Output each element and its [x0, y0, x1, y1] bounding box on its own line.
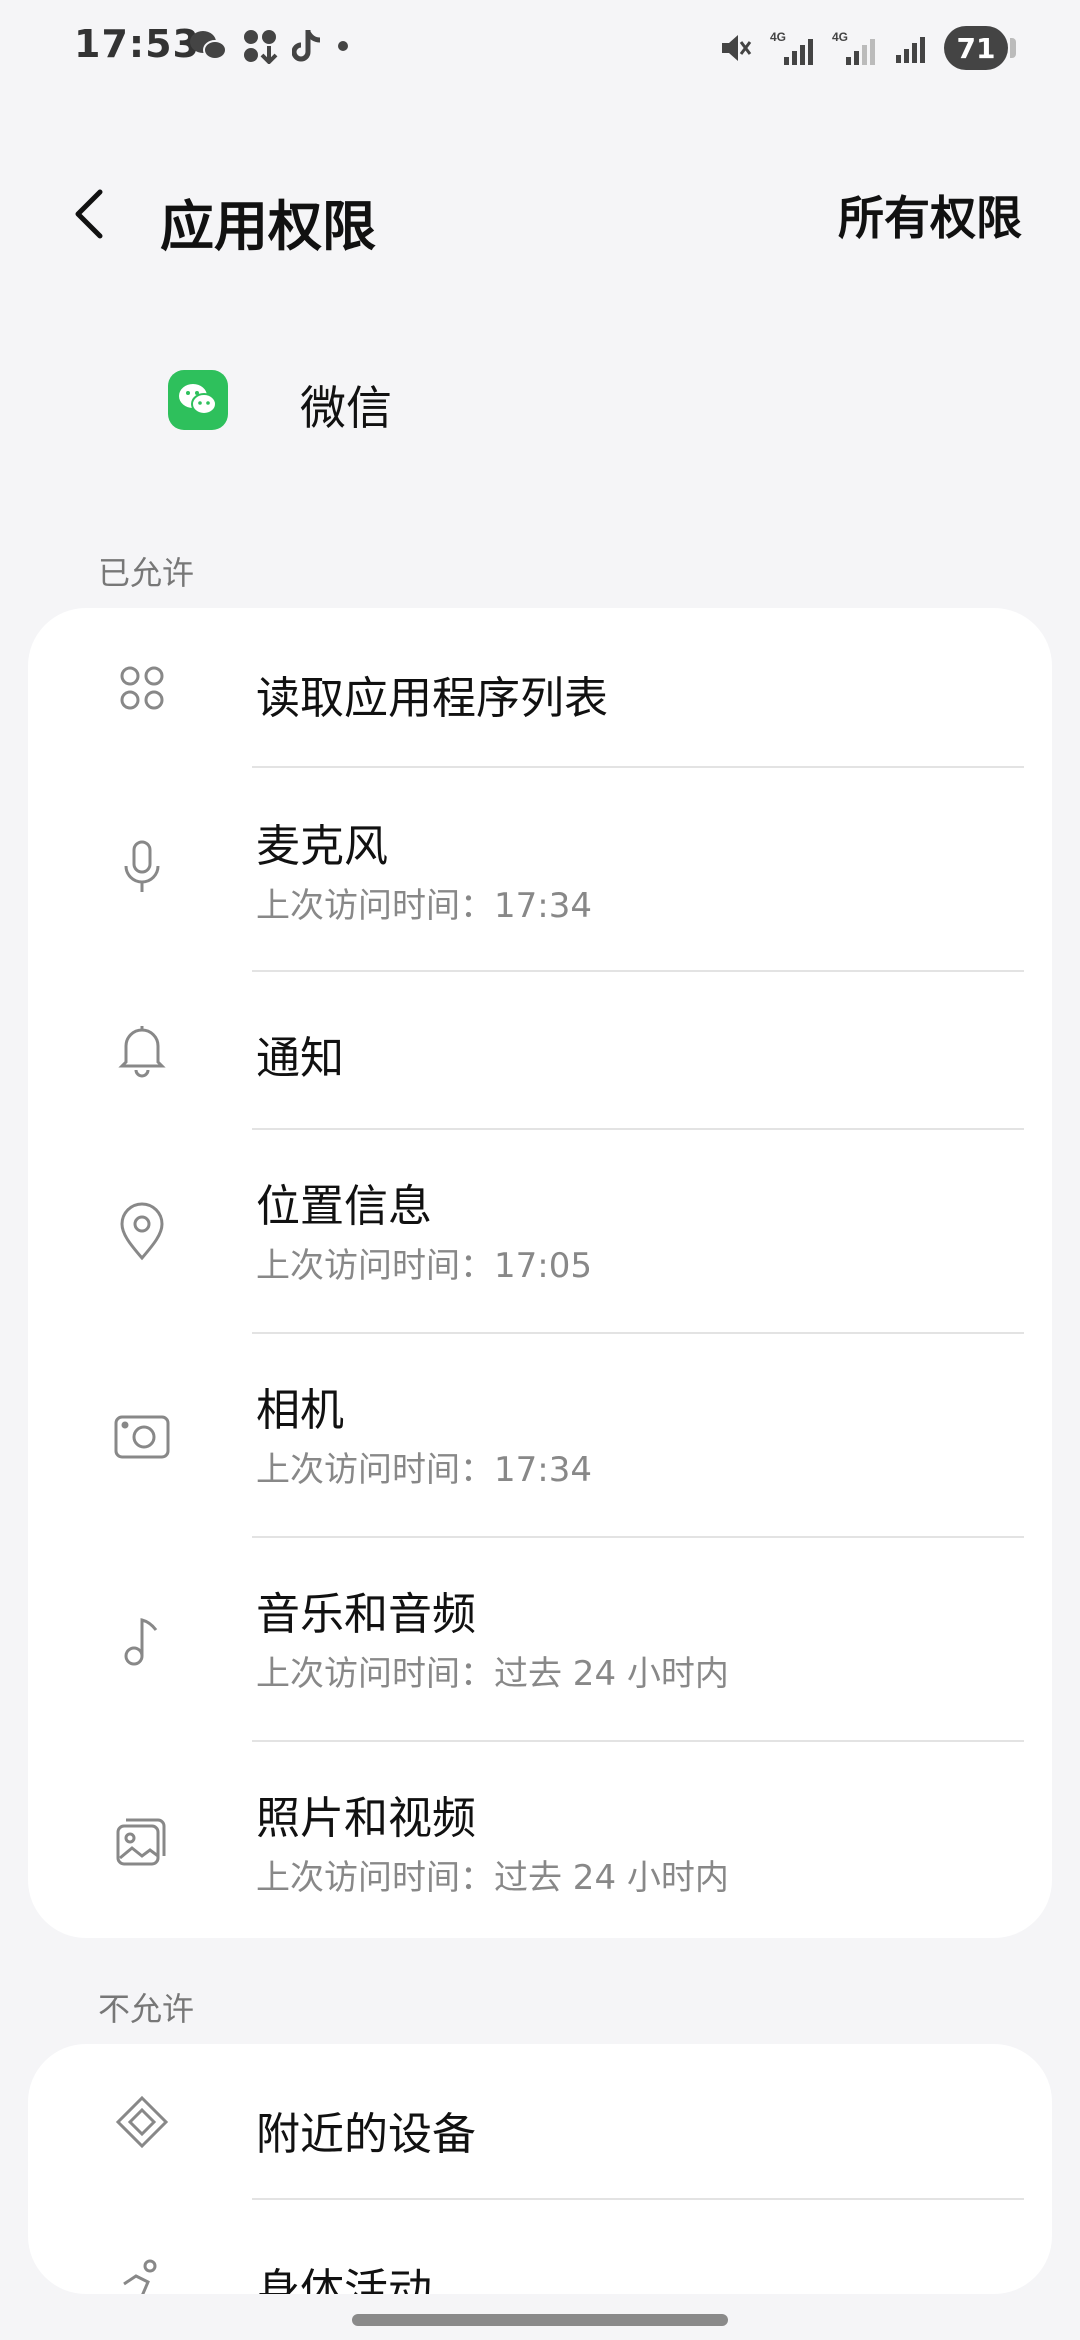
permission-item-camera[interactable]: 相机 上次访问时间：17:34	[28, 1334, 1052, 1538]
permission-item-app-list[interactable]: 读取应用程序列表	[28, 608, 1052, 768]
permission-title: 麦克风	[256, 821, 388, 872]
allowed-section-label: 已允许	[98, 554, 195, 592]
allowed-permissions-card: 读取应用程序列表 麦克风 上次访问时间：17:34 通知 位置信息 上次访问时间…	[28, 608, 1052, 1938]
denied-section-label: 不允许	[98, 1990, 195, 2028]
permission-title: 附近的设备	[256, 2109, 476, 2160]
permission-item-microphone[interactable]: 麦克风 上次访问时间：17:34	[28, 768, 1052, 972]
location-pin-icon	[112, 1202, 172, 1262]
back-button[interactable]	[60, 178, 120, 250]
status-time: 17:53	[74, 22, 200, 66]
notification-icons	[188, 28, 350, 64]
chevron-left-icon	[75, 189, 103, 239]
svg-text:4G: 4G	[770, 30, 786, 44]
permission-item-notifications[interactable]: 通知	[28, 972, 1052, 1130]
permission-item-photos-videos[interactable]: 照片和视频 上次访问时间：过去 24 小时内	[28, 1742, 1052, 1938]
permission-title: 读取应用程序列表	[256, 673, 608, 724]
last-access-text: 上次访问时间：过去 24 小时内	[256, 1858, 729, 1898]
permission-item-physical-activity[interactable]: 身体活动	[28, 2200, 1052, 2294]
last-access-text: 上次访问时间：过去 24 小时内	[256, 1654, 729, 1694]
page-title: 应用权限	[160, 195, 376, 258]
last-access-text: 上次访问时间：17:05	[256, 1246, 592, 1286]
wechat-notification-icon	[190, 31, 227, 60]
gesture-navigation-bar[interactable]	[352, 2314, 728, 2326]
permission-item-music-audio[interactable]: 音乐和音频 上次访问时间：过去 24 小时内	[28, 1538, 1052, 1742]
permission-title: 身体活动	[256, 2265, 432, 2294]
signal-icon-3	[896, 37, 925, 63]
wechat-app-icon	[168, 370, 228, 430]
running-person-icon	[112, 2256, 172, 2294]
camera-icon	[112, 1406, 172, 1466]
permission-title: 位置信息	[256, 1181, 432, 1232]
more-dot-icon	[338, 41, 348, 51]
svg-text:4G: 4G	[832, 30, 848, 44]
all-permissions-button[interactable]: 所有权限	[838, 182, 1022, 248]
permission-title: 照片和视频	[256, 1793, 476, 1844]
music-note-icon	[112, 1610, 172, 1670]
bell-icon	[112, 1020, 172, 1080]
microphone-icon	[112, 838, 172, 898]
signal-icon-2: 4G	[832, 30, 875, 65]
apps-grid-icon	[112, 658, 172, 718]
permission-title: 通知	[256, 1033, 344, 1084]
signal-icon-1: 4G	[770, 30, 813, 65]
mute-icon	[722, 35, 752, 61]
photos-icon	[112, 1812, 172, 1872]
permission-title: 相机	[256, 1385, 344, 1436]
permission-item-location[interactable]: 位置信息 上次访问时间：17:05	[28, 1130, 1052, 1334]
last-access-text: 上次访问时间：17:34	[256, 1450, 592, 1490]
battery-indicator: 71	[944, 26, 1016, 70]
permission-title: 音乐和音频	[256, 1589, 476, 1640]
nearby-devices-icon	[112, 2092, 172, 2152]
system-indicators: 4G 4G 71	[718, 26, 1016, 70]
tiktok-notification-icon	[292, 30, 321, 62]
app-info-row: 微信	[0, 360, 1080, 450]
denied-permissions-card: 附近的设备 身体活动	[28, 2044, 1052, 2294]
permission-item-nearby-devices[interactable]: 附近的设备	[28, 2044, 1052, 2200]
last-access-text: 上次访问时间：17:34	[256, 886, 592, 926]
app-notification-icon	[244, 30, 278, 64]
app-name: 微信	[300, 381, 392, 435]
status-bar: 17:53 4G 4G 71	[0, 0, 1080, 100]
header: 应用权限 所有权限	[0, 160, 1080, 270]
